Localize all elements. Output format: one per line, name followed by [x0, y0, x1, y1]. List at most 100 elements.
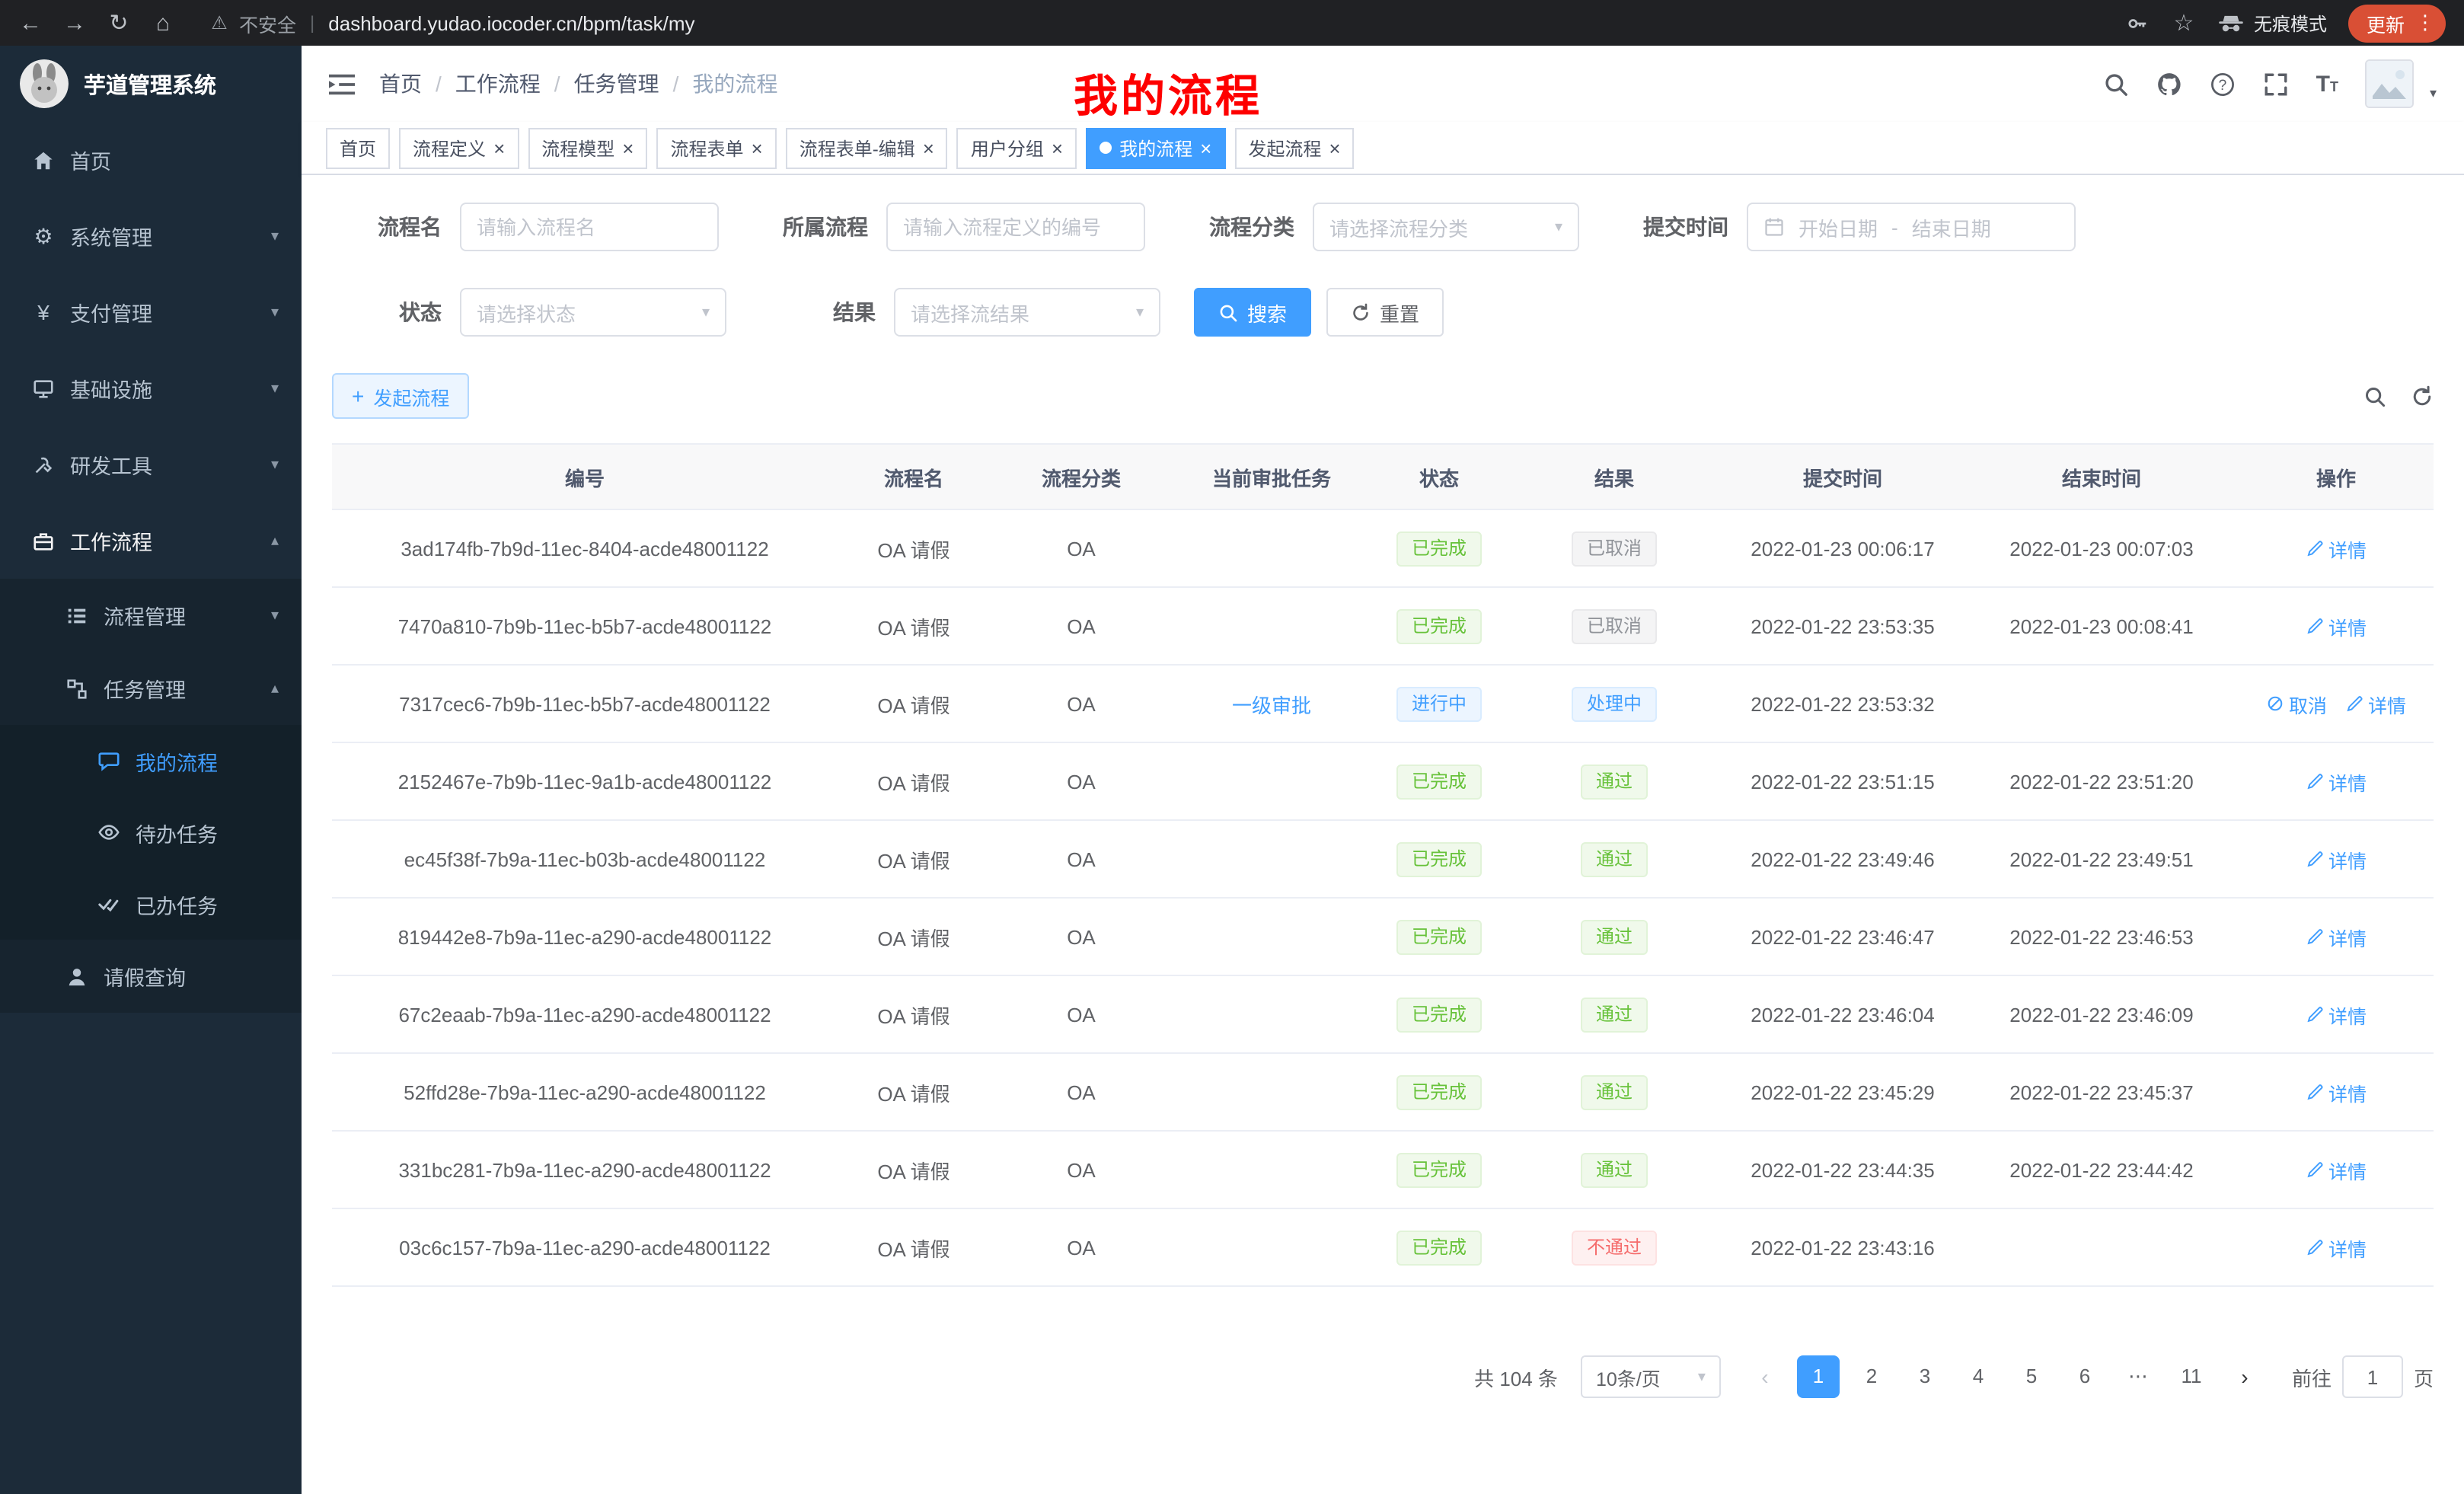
- search-icon[interactable]: [2103, 71, 2129, 97]
- infra-icon: [30, 377, 56, 400]
- search-button[interactable]: 搜索: [1194, 288, 1311, 337]
- close-icon[interactable]: ×: [1052, 138, 1063, 158]
- tab-process-model[interactable]: 流程模型×: [528, 127, 647, 168]
- prev-page-button[interactable]: ‹: [1744, 1355, 1786, 1398]
- submit-time: 2022-01-22 23:49:46: [1751, 848, 1934, 870]
- close-icon[interactable]: ×: [1329, 138, 1340, 158]
- detail-link[interactable]: 详情: [2306, 534, 2367, 563]
- url-text[interactable]: dashboard.yudao.iocoder.cn/bpm/task/my: [328, 11, 694, 34]
- sidebar-item-todo-tasks[interactable]: 待办任务: [0, 796, 302, 868]
- filter-row-2: 状态 请选择状态 ▾ 结果 请选择流结果 ▾: [332, 288, 2434, 337]
- back-icon[interactable]: ←: [18, 10, 43, 36]
- fold-menu-icon[interactable]: [329, 71, 355, 97]
- cancel-link[interactable]: 取消: [2266, 689, 2327, 718]
- breadcrumb-item[interactable]: 任务管理: [574, 69, 659, 99]
- key-icon[interactable]: [2126, 11, 2150, 34]
- breadcrumb-item[interactable]: 工作流程: [455, 69, 541, 99]
- logo[interactable]: 芋道管理系统: [0, 46, 302, 122]
- close-icon[interactable]: ×: [1200, 138, 1211, 158]
- sidebar-item-workflow[interactable]: 工作流程▴: [0, 503, 302, 579]
- current-task-link[interactable]: 一级审批: [1232, 694, 1311, 717]
- next-page-button[interactable]: ›: [2223, 1355, 2266, 1398]
- fontsize-icon[interactable]: TT: [2316, 71, 2338, 97]
- close-icon[interactable]: ×: [923, 138, 934, 158]
- tab-process-form-edit[interactable]: 流程表单-编辑×: [786, 127, 948, 168]
- page-size-select[interactable]: 10条/页 ▾: [1581, 1355, 1721, 1398]
- update-button[interactable]: 更新 ⋮: [2348, 4, 2446, 42]
- tab-process-form[interactable]: 流程表单×: [656, 127, 776, 168]
- close-icon[interactable]: ×: [752, 138, 763, 158]
- sidebar-item-infrastructure[interactable]: 基础设施▾: [0, 350, 302, 426]
- process-definition-input[interactable]: [886, 203, 1145, 251]
- sidebar-item-leave-query[interactable]: 请假查询: [0, 940, 302, 1013]
- submit-time-range-picker[interactable]: 开始日期 - 结束日期: [1747, 203, 2076, 251]
- status-badge: 已完成: [1396, 997, 1482, 1032]
- process-name-input[interactable]: [460, 203, 719, 251]
- tab-my-process[interactable]: 我的流程×: [1086, 127, 1225, 168]
- page-button-5[interactable]: 5: [2010, 1355, 2053, 1398]
- star-icon[interactable]: ☆: [2172, 9, 2196, 37]
- page-button-11[interactable]: 11: [2170, 1355, 2213, 1398]
- page-button-6[interactable]: 6: [2063, 1355, 2106, 1398]
- status-select[interactable]: 请选择状态 ▾: [460, 288, 726, 337]
- detail-link[interactable]: 详情: [2306, 611, 2367, 640]
- sidebar-item-label: 工作流程: [70, 525, 152, 556]
- detail-link[interactable]: 详情: [2306, 1077, 2367, 1106]
- detail-link[interactable]: 详情: [2306, 1155, 2367, 1184]
- detail-link[interactable]: 详情: [2306, 1000, 2367, 1029]
- sidebar-item-label: 已办任务: [136, 889, 218, 919]
- page-button-3[interactable]: 3: [1904, 1355, 1946, 1398]
- detail-link[interactable]: 详情: [2306, 844, 2367, 873]
- detail-link[interactable]: 详情: [2306, 922, 2367, 951]
- tab-user-group[interactable]: 用户分组×: [957, 127, 1077, 168]
- sidebar-item-task-mgmt[interactable]: 任务管理▴: [0, 652, 302, 725]
- menu-dots-icon[interactable]: ⋮: [2415, 11, 2435, 35]
- page-button-4[interactable]: 4: [1957, 1355, 2000, 1398]
- caret-down-icon[interactable]: ▾: [2430, 85, 2437, 108]
- fullscreen-icon[interactable]: [2263, 71, 2289, 97]
- reload-icon[interactable]: ↻: [107, 9, 131, 37]
- create-process-button[interactable]: + 发起流程: [332, 373, 469, 419]
- close-icon[interactable]: ×: [493, 138, 505, 158]
- question-icon[interactable]: ?: [2210, 71, 2236, 97]
- forward-icon[interactable]: →: [62, 10, 87, 36]
- detail-link[interactable]: 详情: [2306, 1233, 2367, 1262]
- sidebar-item-my-process[interactable]: 我的流程: [0, 725, 302, 796]
- tab-create-process[interactable]: 发起流程×: [1234, 127, 1354, 168]
- active-dot-icon: [1100, 142, 1112, 154]
- sidebar-item-home[interactable]: 首页: [0, 122, 302, 198]
- detail-link[interactable]: 详情: [2306, 767, 2367, 796]
- sidebar-item-dev-tools[interactable]: 研发工具▾: [0, 426, 302, 503]
- process-id: 52ffd28e-7b9a-11ec-a290-acde48001122: [404, 1081, 766, 1103]
- result-select[interactable]: 请选择流结果 ▾: [894, 288, 1160, 337]
- security-indicator[interactable]: ⚠ 不安全: [207, 8, 296, 37]
- yuan-icon: ¥: [30, 300, 56, 324]
- browser-home-icon[interactable]: ⌂: [151, 10, 175, 36]
- page-ellipsis[interactable]: ⋯: [2117, 1355, 2159, 1398]
- goto-page-input[interactable]: [2342, 1355, 2403, 1398]
- close-icon[interactable]: ×: [622, 138, 634, 158]
- table-row: 7470a810-7b9b-11ec-b5b7-acde48001122OA 请…: [332, 587, 2434, 665]
- page-button-1[interactable]: 1: [1797, 1355, 1840, 1398]
- end-time: 2022-01-22 23:46:53: [2009, 925, 2193, 948]
- breadcrumb-item[interactable]: 首页: [379, 69, 422, 99]
- sidebar-item-process-mgmt[interactable]: 流程管理▾: [0, 579, 302, 652]
- sidebar-item-done-tasks[interactable]: 已办任务: [0, 868, 302, 940]
- url-divider: |: [310, 12, 314, 34]
- category-select[interactable]: 请选择流程分类 ▾: [1313, 203, 1579, 251]
- edit-icon: [2306, 539, 2324, 557]
- sidebar-item-payment-mgmt[interactable]: ¥支付管理▾: [0, 274, 302, 350]
- refresh-icon[interactable]: [2411, 385, 2434, 407]
- page-button-2[interactable]: 2: [1850, 1355, 1893, 1398]
- chevron-down-icon: ▾: [271, 228, 279, 244]
- reset-button[interactable]: 重置: [1326, 288, 1444, 337]
- tab-process-definition[interactable]: 流程定义×: [399, 127, 519, 168]
- github-icon[interactable]: [2156, 71, 2182, 97]
- address-bar[interactable]: ⚠ 不安全 | dashboard.yudao.iocoder.cn/bpm/t…: [207, 8, 695, 37]
- tab-home[interactable]: 首页: [326, 127, 390, 168]
- sidebar-item-system-mgmt[interactable]: ⚙系统管理▾: [0, 198, 302, 274]
- avatar[interactable]: [2366, 59, 2415, 108]
- search-icon[interactable]: [2363, 385, 2386, 407]
- sidebar: 芋道管理系统 首页⚙系统管理▾¥支付管理▾基础设施▾研发工具▾工作流程▴流程管理…: [0, 46, 302, 1494]
- detail-link[interactable]: 详情: [2345, 689, 2406, 718]
